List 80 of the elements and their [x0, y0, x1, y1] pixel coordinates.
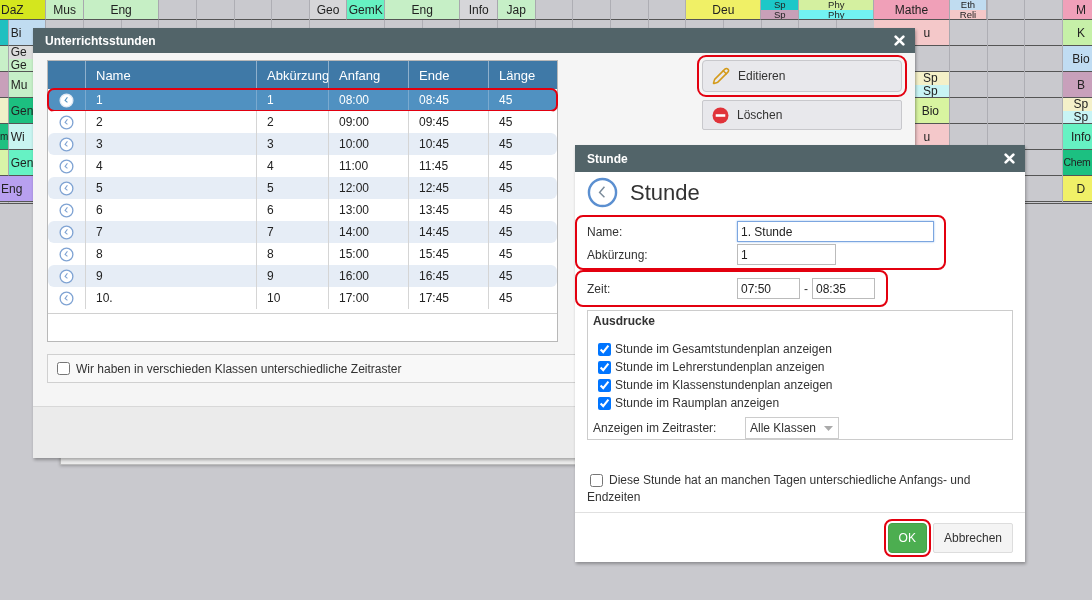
separator-text: -	[804, 281, 808, 296]
checkbox[interactable]	[598, 360, 611, 374]
schedule-entry: Sp	[912, 72, 949, 85]
schedule-entry: D	[1062, 176, 1092, 201]
schedule-entry: Phy	[799, 9, 874, 19]
table-row[interactable]: 2 2 09:00 09:45 45	[48, 111, 557, 133]
table-cell: 17:00	[328, 287, 408, 309]
clock-icon	[59, 202, 74, 218]
checkbox[interactable]	[590, 474, 603, 487]
schedule-entry: B	[1062, 72, 1092, 97]
schedule-entry: Info	[1062, 124, 1092, 149]
schedule-entry: DaZ	[0, 0, 46, 19]
checkbox-label[interactable]: Stunde im Gesamtstundenplan anzeigen	[615, 342, 832, 356]
panel-title: Ausdrucke	[593, 314, 657, 328]
input-field[interactable]: 08:35	[812, 278, 875, 299]
checkbox-label[interactable]: Stunde im Raumplan anzeigen	[615, 396, 780, 410]
schedule-entry: Eng	[385, 0, 460, 19]
input-field[interactable]: 1	[737, 244, 836, 265]
close-icon[interactable]	[894, 35, 905, 46]
clock-icon	[59, 268, 74, 284]
table-cell: 10.	[85, 287, 256, 309]
schedule-entry: m	[0, 124, 8, 149]
schedule-entry: M	[1062, 0, 1092, 19]
schedule-entry: K	[1062, 20, 1092, 45]
clock-icon	[587, 177, 618, 208]
schedule-entry: Geo	[309, 0, 347, 19]
schedule-entry: Sp	[1062, 98, 1092, 111]
table-cell: 10	[256, 287, 328, 309]
schedule-entry: GemK	[347, 0, 385, 19]
input-field[interactable]: 1. Stunde	[737, 221, 934, 242]
field-label: Zeit:	[587, 281, 612, 296]
delete-button[interactable]: Löschen	[702, 100, 902, 130]
checkbox[interactable]	[598, 342, 611, 356]
schedule-entry: Eng	[83, 0, 159, 19]
table-row[interactable]: 5 5 12:00 12:45 45	[48, 177, 557, 199]
clock-icon	[59, 246, 74, 262]
table-row[interactable]: 3 3 10:00 10:45 45	[48, 133, 557, 155]
checkbox[interactable]	[598, 378, 611, 392]
clock-icon	[59, 158, 74, 174]
clock-icon	[59, 114, 74, 130]
dialog-heading: Stunde	[630, 179, 700, 206]
schedule-entry: Eth	[949, 0, 987, 10]
schedule-entry: Chem	[1062, 150, 1092, 175]
checkbox-label[interactable]: Stunde im Lehrerstundenplan anzeigen	[615, 360, 825, 374]
checkbox[interactable]	[598, 396, 611, 410]
close-icon[interactable]	[1004, 153, 1015, 164]
schedule-entry: Info	[460, 0, 497, 19]
clock-icon	[59, 290, 74, 306]
schedule-entry: Mathe	[874, 0, 949, 19]
schedule-entry: Jap	[497, 0, 535, 19]
pencil-icon	[712, 67, 730, 85]
cancel-button[interactable]: Abbrechen	[932, 523, 1013, 553]
schedule-entry: Mus	[46, 0, 83, 19]
checkbox[interactable]	[57, 362, 70, 375]
checkbox-label[interactable]: Wir haben in verschieden Klassen unterschiedliche Zeitraster	[76, 361, 402, 376]
caret-icon	[824, 425, 834, 431]
dialog-title: Stunde	[587, 151, 628, 166]
clock-icon	[59, 180, 74, 196]
table-cell: 17:45	[408, 287, 488, 309]
input-field[interactable]: 07:50	[737, 278, 800, 299]
checkbox-label[interactable]: Diese Stunde hat an manchen Tagen unterschiedliche Anfangs- und Endzeiten	[587, 472, 987, 506]
table-row[interactable]: 7 7 14:00 14:45 45	[48, 221, 557, 243]
checkbox-label[interactable]: Stunde im Klassenstundenplan anzeigen	[615, 378, 833, 392]
field-label: Abkürzung:	[587, 247, 649, 262]
table-cell: 45	[488, 287, 557, 309]
schedule-entry: Reli	[949, 9, 987, 19]
schedule-entry: Sp	[761, 9, 799, 19]
schedule-entry: Sp	[761, 0, 799, 10]
field-label: Name:	[587, 224, 624, 239]
delete-icon	[712, 106, 729, 124]
schedule-entry: Phy	[799, 0, 874, 10]
field-label: Anzeigen im Zeitraster:	[593, 421, 718, 435]
schedule-entry: Bio	[1062, 46, 1092, 71]
clock-icon	[59, 92, 74, 108]
schedule-entry: Deu	[686, 0, 761, 19]
dropdown[interactable]: Alle Klassen	[745, 417, 840, 439]
clock-icon	[59, 224, 74, 240]
clock-icon	[59, 136, 74, 152]
dialog-title: Unterrichtsstunden	[45, 33, 156, 48]
table-row[interactable]: 9 9 16:00 16:45 45	[48, 265, 557, 287]
